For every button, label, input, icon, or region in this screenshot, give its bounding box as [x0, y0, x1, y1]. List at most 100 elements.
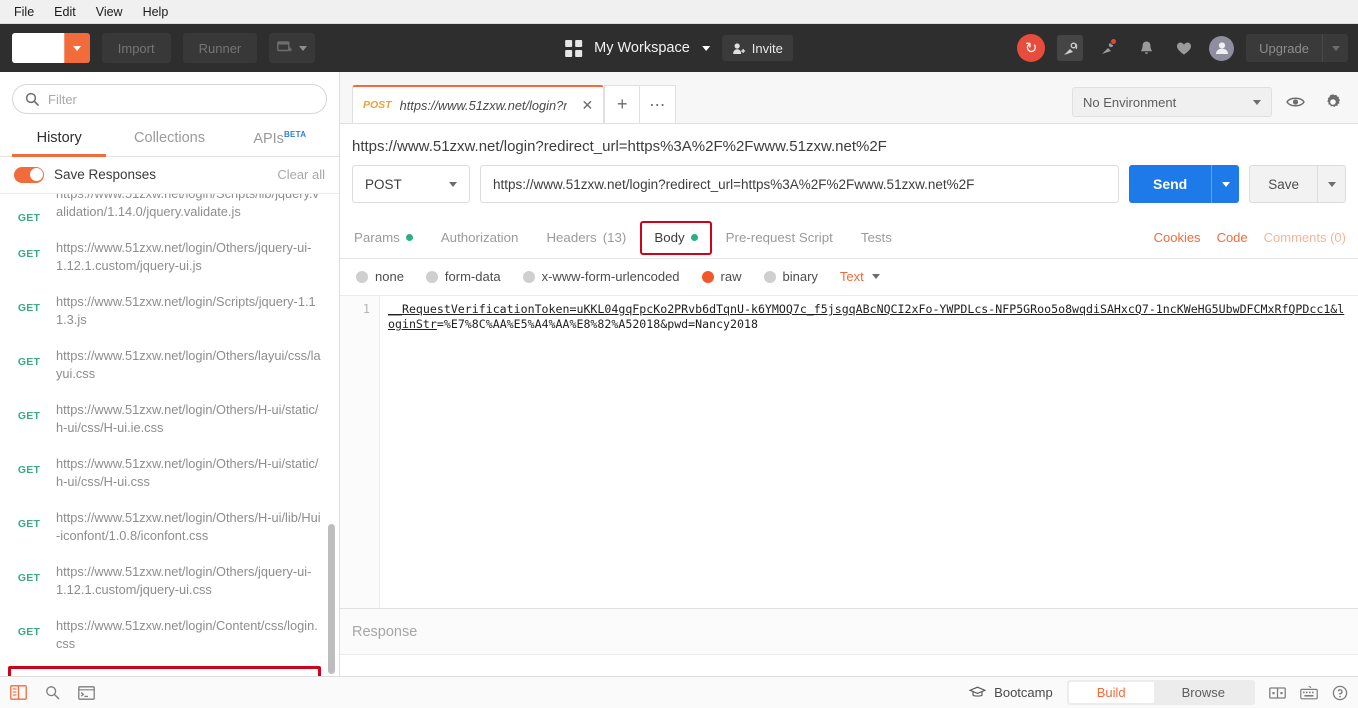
request-tab-method: POST: [363, 99, 392, 111]
request-section-tabs: Params Authorization Headers (13) Body P…: [340, 217, 1358, 259]
avatar[interactable]: [1209, 35, 1235, 61]
body-type-urlencoded[interactable]: x-www-form-urlencoded: [522, 269, 680, 284]
list-item[interactable]: GET https://www.51zxw.net/login/Others/la…: [0, 338, 339, 392]
editor-gutter: 1: [340, 296, 380, 608]
close-icon[interactable]: ✕: [575, 97, 593, 114]
broadcast-icon[interactable]: [1095, 35, 1121, 61]
console-icon[interactable]: [78, 685, 95, 700]
list-item[interactable]: GET https://www.51zxw.net/login/Others/jq…: [0, 554, 339, 608]
body-type-form-data[interactable]: form-data: [425, 269, 501, 284]
filter-search-box[interactable]: Filter: [12, 84, 327, 114]
list-item[interactable]: GET https://www.51zxw.net/login/Content/c…: [0, 608, 339, 662]
chevron-down-icon[interactable]: [701, 45, 710, 51]
chevron-down-icon: [871, 274, 880, 279]
new-button[interactable]: New: [12, 33, 64, 63]
body-format-select[interactable]: Text: [840, 269, 880, 284]
filter-input[interactable]: Filter: [48, 92, 77, 107]
menu-item-file[interactable]: File: [8, 0, 44, 24]
history-item-selected[interactable]: POST https://www.51zxw.net/login?redirect…: [8, 665, 321, 676]
menu-item-view[interactable]: View: [86, 0, 133, 24]
list-item[interactable]: GET https://www.51zxw.net/login/Others/jq…: [0, 230, 339, 284]
comments-link[interactable]: Comments (0): [1264, 230, 1346, 245]
send-dropdown-button[interactable]: [1211, 165, 1240, 203]
two-pane-icon[interactable]: [1269, 686, 1286, 700]
list-item[interactable]: GET https://www.51zxw.net/login/Scripts/j…: [0, 284, 339, 338]
mode-build[interactable]: Build: [1068, 682, 1154, 703]
add-tab-button[interactable]: +: [604, 85, 641, 123]
bell-icon[interactable]: [1133, 35, 1159, 61]
bootcamp-button[interactable]: Bootcamp: [969, 685, 1053, 700]
body-type-none[interactable]: none: [356, 269, 404, 284]
invite-label: Invite: [751, 40, 783, 56]
editor-content[interactable]: __RequestVerificationToken=uKKL04gqFpcKo…: [380, 296, 1358, 608]
status-dot: [405, 234, 413, 241]
chevron-down-icon: [1331, 45, 1340, 51]
tab-params-label: Params: [354, 230, 400, 245]
method-select[interactable]: POST: [352, 165, 470, 203]
body-editor[interactable]: 1 __RequestVerificationToken=uKKL04gqFpc…: [340, 296, 1358, 608]
body-type-raw[interactable]: raw: [701, 269, 742, 284]
invite-button[interactable]: Invite: [721, 35, 793, 61]
request-tab-active[interactable]: POST https://www.51zxw.net/login?r ✕: [352, 85, 605, 123]
new-dropdown-button[interactable]: [63, 33, 90, 63]
save-dropdown-button[interactable]: [1317, 166, 1345, 202]
url-input[interactable]: https://www.51zxw.net/login?redirect_url…: [480, 165, 1119, 203]
history-item-method: POST: [15, 675, 49, 676]
list-item[interactable]: GET https://www.51zxw.net/login/Scripts/l…: [0, 194, 339, 230]
list-item[interactable]: GET https://www.51zxw.net/login/Others/H-…: [0, 392, 339, 446]
sync-icon[interactable]: ↻: [1017, 34, 1046, 62]
more-tabs-button[interactable]: ⋯: [640, 85, 677, 123]
tab-history[interactable]: History: [4, 122, 114, 157]
list-item[interactable]: GET https://www.51zxw.net/login/Others/H-…: [0, 446, 339, 500]
list-item[interactable]: GET https://www.51zxw.net/login/Others/H-…: [0, 500, 339, 554]
heart-icon[interactable]: [1171, 35, 1197, 61]
search-icon[interactable]: [45, 685, 60, 700]
import-button[interactable]: Import: [101, 33, 171, 63]
menu-item-edit[interactable]: Edit: [44, 0, 86, 24]
clear-all-button[interactable]: Clear all: [277, 167, 325, 182]
history-list[interactable]: GET https://www.51zxw.net/login/Scripts/l…: [0, 194, 339, 676]
settings-button[interactable]: [1318, 87, 1348, 117]
history-item-url: https://www.51zxw.net/login/Others/H-ui/…: [56, 509, 321, 543]
satellite-icon[interactable]: [1057, 35, 1084, 61]
tab-apis[interactable]: APIsBETA: [225, 122, 335, 156]
send-button-group[interactable]: Send: [1128, 165, 1240, 203]
chevron-down-icon: [73, 45, 82, 51]
new-window-button[interactable]: [269, 33, 316, 63]
send-button[interactable]: Send: [1128, 165, 1212, 203]
help-icon[interactable]: [1332, 685, 1348, 701]
history-item-url: https://www.51zxw.net/login/Content/css/…: [56, 617, 318, 651]
cookies-link[interactable]: Cookies: [1154, 230, 1201, 245]
history-item-method: GET: [17, 355, 41, 368]
tab-params[interactable]: Params: [352, 217, 427, 259]
environment-select[interactable]: No Environment: [1072, 87, 1272, 117]
tab-authorization[interactable]: Authorization: [427, 217, 533, 259]
code-link[interactable]: Code: [1217, 230, 1248, 245]
save-button[interactable]: Save: [1250, 166, 1317, 202]
body-line-1: __RequestVerificationToken=uKKL04gqFpcKo…: [388, 302, 1348, 332]
tab-headers[interactable]: Headers (13): [532, 217, 640, 259]
environment-quick-look-button[interactable]: [1280, 87, 1310, 117]
mode-browse[interactable]: Browse: [1154, 682, 1253, 703]
menu-item-help[interactable]: Help: [133, 0, 179, 24]
upgrade-button[interactable]: Upgrade: [1246, 41, 1322, 56]
runner-button[interactable]: Runner: [182, 33, 258, 63]
upgrade-button-group[interactable]: Upgrade: [1246, 34, 1348, 62]
save-responses-toggle[interactable]: [14, 166, 44, 183]
sidebar-scrollbar[interactable]: [328, 523, 335, 674]
tab-tests[interactable]: Tests: [847, 217, 906, 259]
beta-badge: BETA: [283, 130, 307, 139]
body-type-binary[interactable]: binary: [763, 269, 818, 284]
keyboard-icon[interactable]: [1300, 685, 1318, 700]
sidebar-toggle-icon[interactable]: [10, 685, 27, 700]
upgrade-dropdown-button[interactable]: [1322, 34, 1348, 62]
status-bar-right: Bootcamp Build Browse: [969, 680, 1348, 705]
save-button-group[interactable]: Save: [1249, 165, 1346, 203]
new-button-group[interactable]: New: [12, 33, 90, 63]
workspace-name[interactable]: My Workspace: [594, 40, 690, 56]
history-item-method: GET: [17, 247, 41, 260]
method-select-value: POST: [365, 176, 402, 192]
tab-body[interactable]: Body: [640, 220, 712, 255]
tab-collections[interactable]: Collections: [114, 122, 224, 156]
tab-pre-request-script[interactable]: Pre-request Script: [712, 217, 847, 259]
